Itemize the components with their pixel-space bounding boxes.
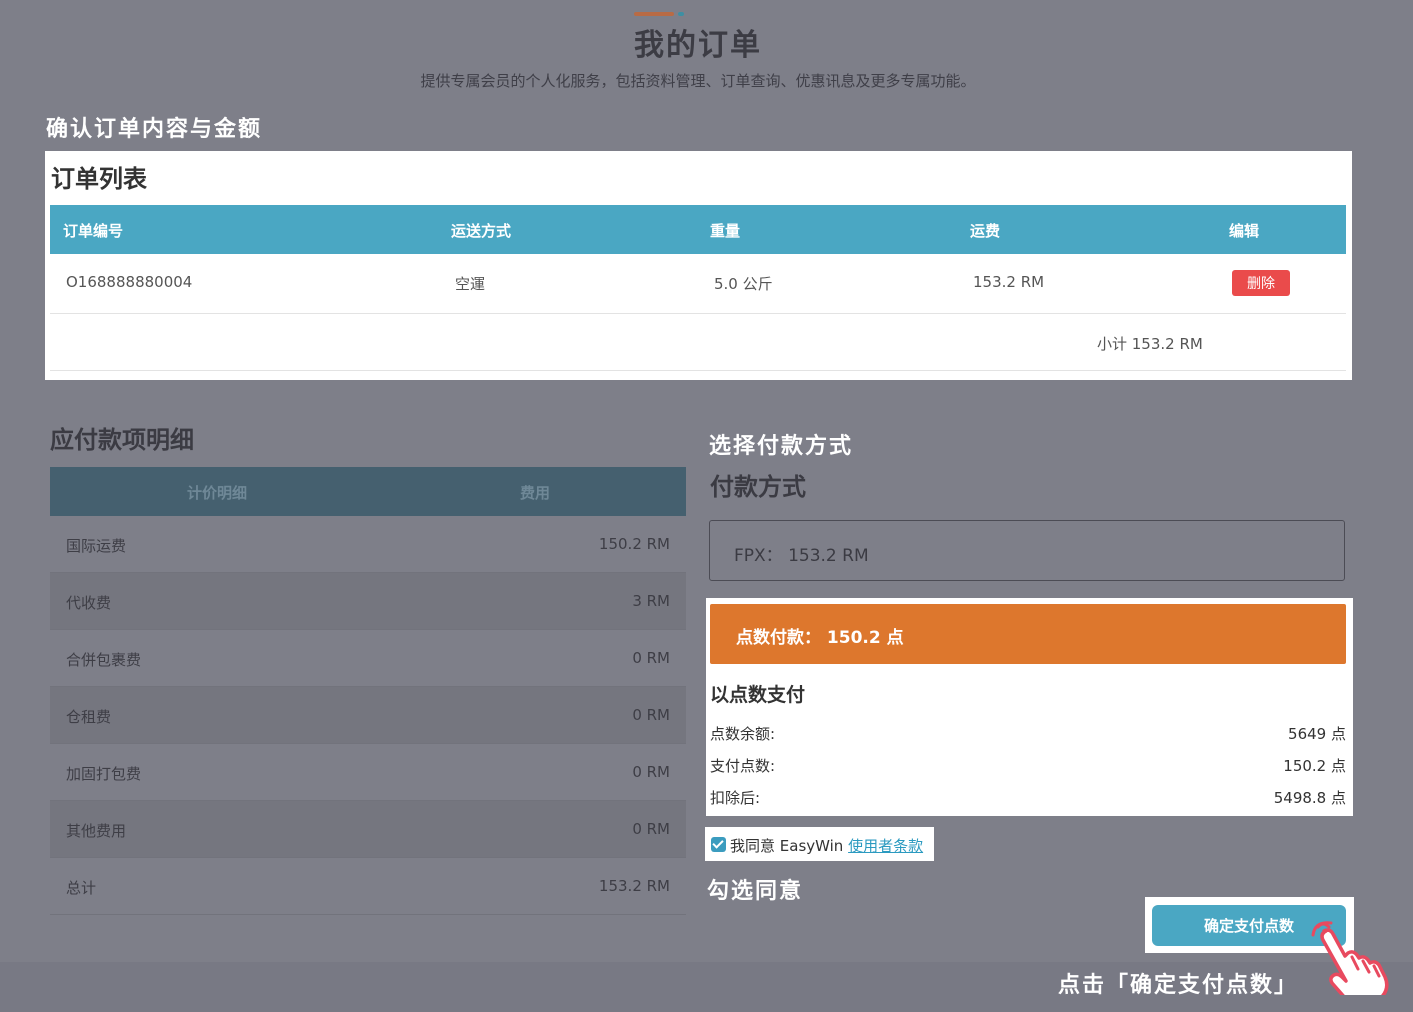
row-divider: [50, 313, 1346, 314]
col-fee: 运费: [970, 222, 1001, 240]
table-row: 加固打包费 0 RM: [50, 744, 686, 801]
after-deduct-row: 扣除后: 5498.8 点: [710, 787, 1346, 811]
fee-value: 3 RM: [632, 592, 670, 610]
agree-prefix: 我同意 EasyWin: [730, 837, 849, 855]
points-payment-card: 点数付款： 150.2 点 以点数支付 点数余额: 5649 点 支付点数: 1…: [706, 598, 1353, 816]
fee-label: 仓租费: [66, 708, 112, 726]
fee-value: 150.2 RM: [598, 535, 670, 553]
fee-value: 0 RM: [632, 820, 670, 838]
terms-agreement: 我同意 EasyWin 使用者条款: [705, 827, 934, 861]
table-row: 代收费 3 RM: [50, 573, 686, 630]
row-divider: [50, 370, 1346, 371]
fee-label: 加固打包费: [66, 765, 142, 783]
balance-label: 点数余额:: [710, 725, 776, 743]
points-section-title: 以点数支付: [710, 684, 806, 706]
points-option-label: 点数付款： 150.2 点: [736, 628, 904, 648]
fee-value: 153.2 RM: [598, 877, 670, 895]
col-price-detail: 计价明细: [187, 484, 248, 502]
annotation-confirm-order: 确认订单内容与金额: [46, 117, 263, 142]
order-list-title: 订单列表: [51, 165, 147, 193]
weight-cell: 5.0 公斤: [714, 275, 773, 293]
payable-title: 应付款项明细: [50, 426, 194, 454]
col-weight: 重量: [710, 222, 741, 240]
col-cost: 费用: [520, 484, 551, 502]
order-table-header: 订单编号 运送方式 重量 运费 编辑: [50, 205, 1346, 254]
table-row: 其他费用 0 RM: [50, 801, 686, 858]
shipping-cell: 空運: [455, 275, 486, 293]
pay-points-value: 150.2 点: [1283, 757, 1346, 775]
balance-value: 5649 点: [1288, 725, 1346, 743]
fee-value: 0 RM: [632, 706, 670, 724]
fee-cell: 153.2 RM: [973, 273, 1045, 291]
pointing-hand-icon: [1311, 921, 1389, 995]
fpx-option[interactable]: FPX： 153.2 RM: [709, 520, 1345, 581]
col-order-no: 订单编号: [63, 222, 124, 240]
delete-button[interactable]: 删除: [1232, 270, 1290, 296]
annotation-choose-payment: 选择付款方式: [709, 434, 854, 459]
order-list-card: 订单列表 订单编号 运送方式 重量 运费 编辑 O168888880004 空運…: [45, 151, 1352, 380]
payable-table-header: 计价明细 费用: [50, 467, 686, 516]
page-title: 我的订单: [634, 28, 762, 63]
fee-value: 0 RM: [632, 763, 670, 781]
annotation-check-agree: 勾选同意: [707, 879, 804, 904]
fee-label: 合併包裹费: [66, 651, 142, 669]
payment-title: 付款方式: [710, 473, 806, 501]
annotation-click-confirm: 点击「确定支付点数」: [1058, 973, 1299, 998]
after-deduct-value: 5498.8 点: [1273, 789, 1346, 807]
order-no-cell: O168888880004: [66, 273, 193, 291]
subtotal-text: 小计 153.2 RM: [1097, 335, 1203, 353]
fpx-label: FPX： 153.2 RM: [734, 546, 869, 566]
after-deduct-label: 扣除后:: [710, 789, 761, 807]
table-row: 合併包裹费 0 RM: [50, 630, 686, 687]
fee-label: 代收费: [66, 594, 112, 612]
balance-row: 点数余额: 5649 点: [710, 723, 1346, 747]
fee-value: 0 RM: [632, 649, 670, 667]
agree-text: 我同意 EasyWin 使用者条款: [730, 835, 923, 856]
terms-link[interactable]: 使用者条款: [848, 837, 923, 855]
points-payment-option[interactable]: 点数付款： 150.2 点: [710, 604, 1346, 664]
fee-label: 总计: [66, 879, 97, 897]
fee-label: 其他费用: [66, 822, 127, 840]
agree-checkbox[interactable]: [711, 837, 726, 852]
col-edit: 编辑: [1229, 222, 1260, 240]
pay-points-label: 支付点数:: [710, 757, 776, 775]
table-row: 国际运费 150.2 RM: [50, 516, 686, 573]
table-row: 仓租费 0 RM: [50, 687, 686, 744]
title-accent: [634, 12, 686, 16]
fee-label: 国际运费: [66, 537, 127, 555]
total-row: 总计 153.2 RM: [50, 858, 686, 915]
col-shipping: 运送方式: [451, 222, 512, 240]
pay-points-row: 支付点数: 150.2 点: [710, 755, 1346, 779]
page-subtitle: 提供专属会员的个人化服务，包括资料管理、订单查询、优惠讯息及更多专属功能。: [420, 72, 976, 90]
